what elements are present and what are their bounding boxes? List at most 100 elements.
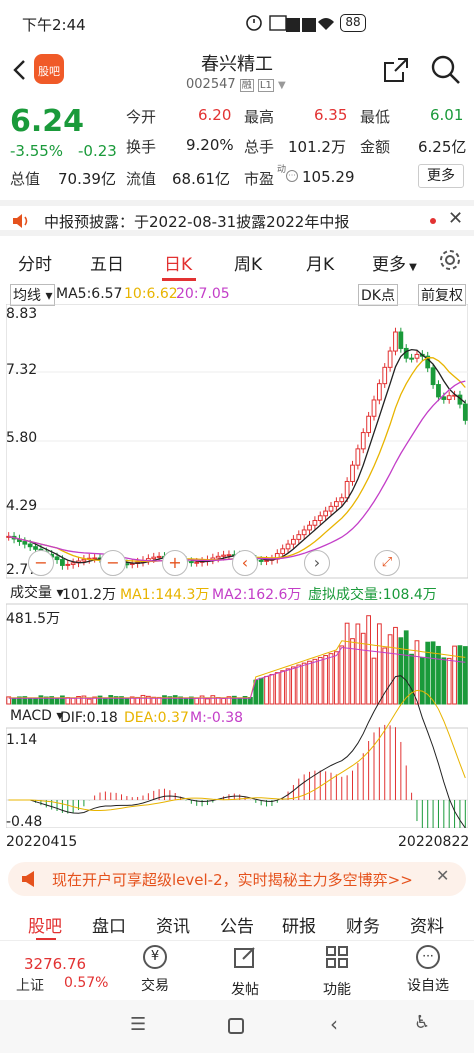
dropdown-icon[interactable]: ▼	[278, 80, 286, 91]
float-label: 流值	[126, 168, 156, 189]
zoom-out-button[interactable]: −	[28, 550, 54, 576]
bottom-tab-finance[interactable]: 财务	[346, 912, 380, 937]
volume-bar	[222, 698, 226, 704]
candle-body	[302, 530, 306, 535]
volume-bar	[463, 647, 467, 704]
tab-daily[interactable]: 日K	[164, 250, 192, 275]
search-icon[interactable]	[430, 54, 462, 86]
bottom-tab-profile[interactable]: 资料	[410, 912, 444, 937]
candle-body	[442, 397, 446, 400]
candle-body	[152, 557, 156, 558]
volume-bar	[28, 698, 32, 704]
candle-body	[410, 358, 414, 359]
tab-monthly[interactable]: 月K	[306, 250, 334, 275]
volume-bar	[410, 654, 414, 704]
candle-body	[318, 516, 322, 521]
bottom-tab-research[interactable]: 研报	[282, 912, 316, 937]
candle-body	[216, 556, 220, 558]
volume-bar	[394, 627, 398, 704]
close-icon[interactable]: ✕	[448, 208, 463, 229]
notice-bar[interactable]: 中报预披露：于2022-08-31披露2022年中报 ✕	[0, 200, 474, 236]
tab-more[interactable]: 更多 ▼	[372, 250, 417, 275]
volume-bar	[173, 696, 177, 704]
ma20-line	[9, 381, 466, 561]
bottom-tab-news[interactable]: 资讯	[156, 912, 190, 937]
banner-close-icon[interactable]: ✕	[436, 866, 449, 885]
candle-body	[345, 481, 349, 497]
candle-body	[340, 498, 344, 502]
chart-area[interactable]: 均线 ▾ MA5:6.57 10:6.62 20:7.05 DK点 前复权 8.…	[0, 282, 474, 828]
dock-function[interactable]: 功能	[312, 945, 362, 999]
volume-value: 101.2万	[288, 136, 346, 157]
chevron-down-icon: ▼	[406, 262, 417, 273]
open-label: 今开	[126, 106, 156, 127]
volume-bar	[206, 699, 210, 704]
dea-label: DEA:0.37	[124, 710, 189, 726]
nav-back-icon[interactable]: ‹	[330, 1012, 338, 1036]
candle-body	[286, 544, 290, 549]
amount-label: 金额	[360, 136, 390, 157]
turnover-label: 换手	[126, 136, 156, 157]
ma5-line	[9, 350, 466, 564]
volume-bar	[329, 654, 333, 704]
banner-text: 现在开户可享超级level-2，实时揭秘主力多空博弈>>	[52, 869, 413, 890]
macd-selector[interactable]: MACD ▾	[10, 708, 63, 724]
share-icon[interactable]	[382, 56, 410, 84]
candle-body	[351, 465, 355, 481]
home-icon[interactable]	[228, 1018, 244, 1034]
dock-post[interactable]: 发帖	[220, 945, 270, 999]
more-button[interactable]: 更多	[418, 164, 464, 188]
volume-bar	[281, 671, 285, 704]
volume-bar	[125, 698, 129, 704]
fullscreen-button[interactable]: ⤢	[374, 550, 400, 576]
bottom-tab-announce[interactable]: 公告	[220, 912, 254, 937]
volume-selector[interactable]: 成交量 ▾	[10, 582, 63, 602]
zoom-out2-button[interactable]: −	[100, 550, 126, 576]
zoom-in-button[interactable]: +	[162, 550, 188, 576]
info-icon[interactable]: ···	[286, 170, 298, 182]
candle-body	[259, 560, 263, 561]
dock-trade[interactable]: ¥ 交易	[130, 945, 180, 995]
volume-bar	[109, 696, 113, 704]
ma-label: 均线	[13, 288, 41, 304]
dock-add-watch[interactable]: ··· 设自选	[400, 945, 456, 995]
candle-body	[281, 549, 285, 554]
accessibility-icon[interactable]: ♿	[414, 1012, 430, 1033]
system-nav: ☰ ‹ ♿	[0, 1000, 474, 1053]
adjust-button[interactable]: 前复权	[418, 284, 466, 306]
ma-selector[interactable]: 均线 ▾	[10, 284, 55, 306]
volume-bar	[324, 656, 328, 704]
promo-banner[interactable]: 现在开户可享超级level-2，实时揭秘主力多空博弈>> ✕	[8, 862, 466, 896]
volume-bar	[345, 623, 349, 704]
last-price: 6.24	[10, 104, 84, 139]
candle-body	[28, 544, 32, 547]
bottom-tabs: 股吧 盘口 资讯 公告 研报 财务 资料	[0, 908, 474, 938]
tab-weekly[interactable]: 周K	[234, 250, 262, 275]
speaker-icon	[10, 212, 32, 230]
volume-bar	[453, 646, 457, 704]
candle-body	[292, 539, 296, 544]
tab-five-day[interactable]: 五日	[90, 250, 124, 275]
volume-label: 成交量	[10, 585, 52, 601]
date-end: 20220822	[398, 834, 469, 850]
settings-icon[interactable]	[438, 248, 462, 272]
dea-line	[9, 690, 466, 810]
scroll-right-button[interactable]: ›	[304, 550, 330, 576]
menu-icon[interactable]: ☰	[130, 1014, 146, 1035]
period-tabs: 分时 五日 日K 周K 月K 更多 ▼	[0, 242, 474, 280]
volume-bar	[238, 698, 242, 704]
volume-bar	[71, 698, 75, 704]
index-name: 上证	[16, 975, 44, 995]
tab-intraday[interactable]: 分时	[18, 250, 52, 275]
volume-bar	[431, 642, 435, 704]
candle-body	[265, 560, 269, 561]
vol-ma2-label: MA2:162.6万	[212, 584, 301, 604]
dk-button[interactable]: DK点	[358, 284, 398, 306]
y-label-1: 8.83	[6, 306, 37, 322]
pe-value: 105.29	[302, 168, 355, 186]
ma5-label: MA5:6.57	[56, 286, 122, 302]
bottom-tab-orderbook[interactable]: 盘口	[92, 912, 126, 937]
bottom-tab-forum[interactable]: 股吧	[28, 912, 62, 937]
scroll-left-button[interactable]: ‹	[232, 550, 258, 576]
volume-bar	[308, 661, 312, 704]
